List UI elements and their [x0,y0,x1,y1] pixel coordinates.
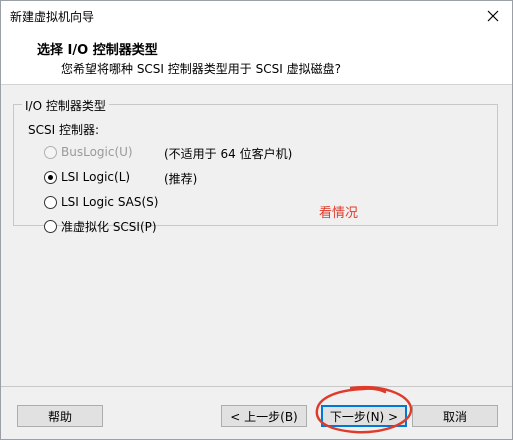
group-legend: I/O 控制器类型 [22,97,109,114]
radio-circle[interactable] [44,195,57,209]
radio-circle[interactable] [44,170,57,184]
title-bar: 新建虚拟机向导 [1,1,512,31]
scsi-controller-label: SCSI 控制器: [28,123,100,137]
radio-pvscsi[interactable]: 准虚拟化 SCSI(P) [44,218,157,235]
page-subtitle: 您希望将哪种 SCSI 控制器类型用于 SCSI 虚拟磁盘? [61,62,341,76]
radio-label: BusLogic(U) [61,145,133,159]
wizard-header: 选择 I/O 控制器类型 您希望将哪种 SCSI 控制器类型用于 SCSI 虚拟… [1,31,512,85]
help-button[interactable]: 帮助 [17,405,103,427]
wizard-footer: 帮助 < 上一步(B) 下一步(N) > 取消 [1,386,512,439]
radio-buslogic[interactable]: BusLogic(U) [44,145,133,159]
page-title: 选择 I/O 控制器类型 [37,43,158,58]
next-button[interactable]: 下一步(N) > [321,405,407,427]
io-controller-group: I/O 控制器类型 SCSI 控制器: BusLogic(U) (不适用于 64… [13,97,498,234]
window-title: 新建虚拟机向导 [10,10,95,24]
back-button[interactable]: < 上一步(B) [221,405,307,427]
radio-lsi-logic-sas[interactable]: LSI Logic SAS(S) [44,195,158,209]
radio-lsi-logic[interactable]: LSI Logic(L) [44,170,130,184]
radio-circle[interactable] [44,220,57,233]
cancel-button[interactable]: 取消 [412,405,498,427]
close-icon [487,10,499,22]
wizard-body: I/O 控制器类型 SCSI 控制器: BusLogic(U) (不适用于 64… [1,86,512,386]
wizard-window: 新建虚拟机向导 选择 I/O 控制器类型 您希望将哪种 SCSI 控制器类型用于… [0,0,513,440]
radio-label: LSI Logic SAS(S) [61,195,159,209]
radio-label: LSI Logic(L) [61,170,131,184]
buslogic-note: (不适用于 64 位客户机) [164,147,293,161]
handwritten-annotation: 看情况 [319,206,359,221]
radio-label: 准虚拟化 SCSI(P) [61,220,157,234]
radio-circle[interactable] [44,145,57,159]
close-button[interactable] [482,5,504,27]
lsi-logic-note: (推荐) [164,172,198,186]
